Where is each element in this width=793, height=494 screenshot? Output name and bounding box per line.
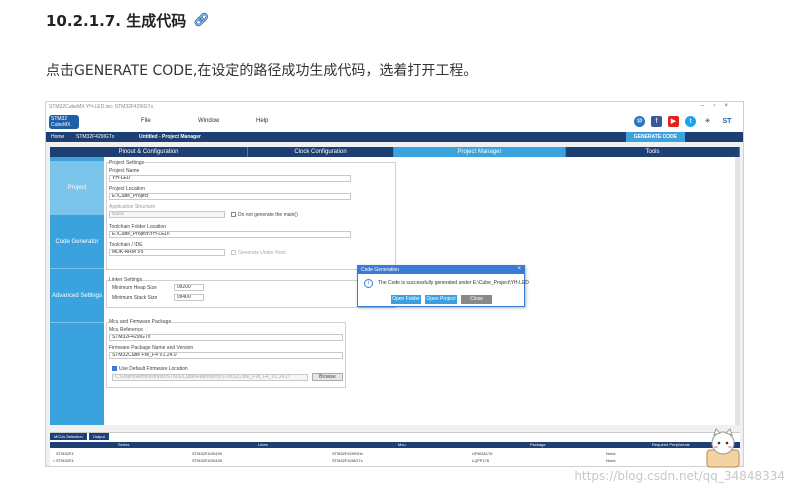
cell-mcu: STM32F429IGHx	[332, 451, 364, 456]
sidebar-item-code-generator[interactable]: Code Generator	[50, 215, 104, 269]
content-scrollbar[interactable]	[735, 157, 740, 425]
browse-button[interactable]: Browse	[312, 373, 343, 381]
cell-package: UFBGA176	[472, 451, 493, 456]
project-location-label: Project Location	[109, 186, 145, 192]
dialog-close-icon[interactable]: ×	[517, 266, 521, 272]
intro-paragraph: 点击GENERATE CODE,在设定的路径成功生成代码，选着打开工程。	[46, 63, 478, 79]
dialog-message: The Code is successfully generated under…	[378, 280, 529, 286]
gen-under-root-label: Generate Under Root	[238, 250, 286, 256]
min-heap-input[interactable]: 0x200	[174, 284, 204, 291]
youtube-icon[interactable]: ▶	[668, 116, 679, 127]
menu-file[interactable]: File	[141, 118, 151, 124]
cubemx-logo: STM32 CubeMX	[49, 115, 79, 129]
mcu-ref-input: STM32F429IGTx	[109, 334, 343, 341]
breadcrumb-current[interactable]: Untitled - Project Manager	[139, 134, 201, 140]
facebook-icon[interactable]: f	[651, 116, 662, 127]
tab-mcus-selection[interactable]: MCUs Selection	[50, 433, 87, 440]
min-heap-label: Minimum Heap Size	[112, 285, 157, 291]
cell-mcu: STM32F429IGTx	[332, 458, 363, 463]
use-default-fw-label: Use Default Firmware Location	[119, 366, 188, 372]
close-button[interactable]: Close	[461, 295, 492, 304]
app-structure-select[interactable]: Basic	[109, 211, 225, 218]
menu-bar: STM32 CubeMX File Window Help ⑩ f ▶ t ✳ …	[46, 112, 743, 132]
sidebar-item-advanced-settings[interactable]: Advanced Settings	[50, 269, 104, 323]
info-icon: i	[364, 279, 373, 288]
fw-package-label: Firmware Package Name and Version	[109, 345, 194, 351]
window-titlebar: STM32CubeMX YH-LED.ioc: STM32F429IGTx –▫…	[46, 102, 743, 112]
csdn-watermark: https://blog.csdn.net/qq_34848334	[574, 469, 785, 483]
no-main-label: Do not generate the main()	[238, 212, 298, 218]
code-generation-dialog: Code Generation × i The Code is successf…	[357, 265, 529, 307]
network-icon[interactable]: ✳	[702, 116, 713, 127]
no-main-checkbox[interactable]	[231, 212, 236, 217]
toolchain-folder-label: Toolchain Folder Location	[109, 224, 166, 230]
cell-series: STM32F4	[56, 451, 74, 456]
col-lines[interactable]: Lines	[258, 442, 268, 448]
min-stack-input[interactable]: 0x400	[174, 294, 204, 301]
breadcrumb-home[interactable]: Home	[51, 134, 64, 140]
twitter-icon[interactable]: t	[685, 116, 696, 127]
project-location-input[interactable]: E:\Cube_Project	[109, 193, 351, 200]
anchor-link-icon[interactable]: 🔗︎	[193, 13, 210, 28]
cell-peripherals: None	[606, 458, 616, 463]
breadcrumb-mcu[interactable]: STM32F429IGTx	[76, 134, 114, 140]
table-row[interactable]: STM32F4 STM32F429/439 STM32F429IGHx UFBG…	[50, 450, 740, 457]
cell-peripherals: None	[606, 451, 616, 456]
anniversary-icon[interactable]: ⑩	[634, 116, 645, 127]
min-stack-label: Minimum Stack Size	[112, 295, 158, 301]
project-name-label: Project Name	[109, 168, 140, 174]
col-package[interactable]: Package	[530, 442, 546, 448]
window-title: STM32CubeMX YH-LED.ioc: STM32F429IGTx	[49, 104, 154, 110]
mcu-table-header: Series Lines Mcu Package Required Periph…	[50, 442, 740, 448]
tab-output[interactable]: Output	[88, 433, 109, 440]
st-logo-icon: ST	[722, 118, 732, 125]
cubemx-screenshot: STM32CubeMX YH-LED.ioc: STM32F429IGTx –▫…	[45, 101, 744, 467]
gen-under-root-checkbox[interactable]	[231, 250, 236, 255]
app-structure-label: Application Structure	[109, 204, 156, 210]
linker-settings-title: Linker Settings	[109, 277, 143, 283]
cell-series: STM32F4	[56, 458, 74, 463]
col-series[interactable]: Series	[118, 442, 129, 448]
mascot-cat-icon	[706, 428, 740, 468]
col-required-peripherals[interactable]: Required Peripherals	[652, 442, 690, 448]
toolchain-ide-select[interactable]: MDK-ARM V5	[109, 249, 225, 256]
bottom-panel: MCUs Selection Output Series Lines Mcu P…	[50, 432, 740, 466]
fw-path-input[interactable]: C:/Users/Administrator/STM32Cube/Reposit…	[112, 374, 308, 381]
toolchain-ide-label: Toolchain / IDE	[109, 242, 143, 248]
open-project-button[interactable]: Open Project	[425, 295, 457, 304]
menu-help[interactable]: Help	[256, 118, 268, 124]
breadcrumb: Home STM32F429IGTx Untitled - Project Ma…	[46, 132, 743, 142]
tab-project-manager[interactable]: Project Manager	[394, 147, 566, 157]
social-icons: ⑩ f ▶ t ✳ ST	[634, 116, 735, 127]
col-mcu[interactable]: Mcu	[398, 442, 406, 448]
dialog-title: Code Generation	[358, 266, 524, 274]
section-heading: 10.2.1.7. 生成代码 🔗︎	[46, 10, 210, 31]
mcu-ref-label: Mcu Reference	[109, 327, 143, 333]
table-row[interactable]: ☆ STM32F4 STM32F429/439 STM32F429IGTx LQ…	[50, 457, 740, 464]
project-name-input[interactable]: YH-LED	[109, 175, 351, 182]
section-title: 10.2.1.7. 生成代码	[46, 12, 187, 30]
cell-lines: STM32F429/439	[192, 458, 222, 463]
cell-lines: STM32F429/439	[192, 451, 222, 456]
window-controls[interactable]: –▫×	[701, 103, 737, 109]
bottom-tabs: MCUs Selection Output	[50, 433, 109, 440]
generate-code-button[interactable]: GENERATE CODE	[625, 132, 685, 142]
cell-package: LQFP176	[472, 458, 490, 463]
open-folder-button[interactable]: Open Folder	[391, 295, 421, 304]
tab-pinout[interactable]: Pinout & Configuration	[50, 147, 248, 157]
fw-package-input: STM32Cube FW_F4 V1.24.0	[109, 352, 343, 359]
toolchain-folder-input[interactable]: E:\Cube_Project\YH-LED\	[109, 231, 351, 238]
sidebar-item-project[interactable]: Project	[50, 161, 104, 215]
tab-clock[interactable]: Clock Configuration	[248, 147, 394, 157]
tab-tools[interactable]: Tools	[566, 147, 740, 157]
menu-window[interactable]: Window	[198, 118, 219, 124]
main-tabs: Pinout & Configuration Clock Configurati…	[50, 147, 740, 157]
sidebar: Project Code Generator Advanced Settings	[50, 157, 104, 425]
project-settings-title: Project Settings	[109, 160, 145, 166]
use-default-fw-checkbox[interactable]	[112, 366, 117, 371]
mcu-firmware-title: Mcu and Firmware Package	[109, 319, 172, 325]
